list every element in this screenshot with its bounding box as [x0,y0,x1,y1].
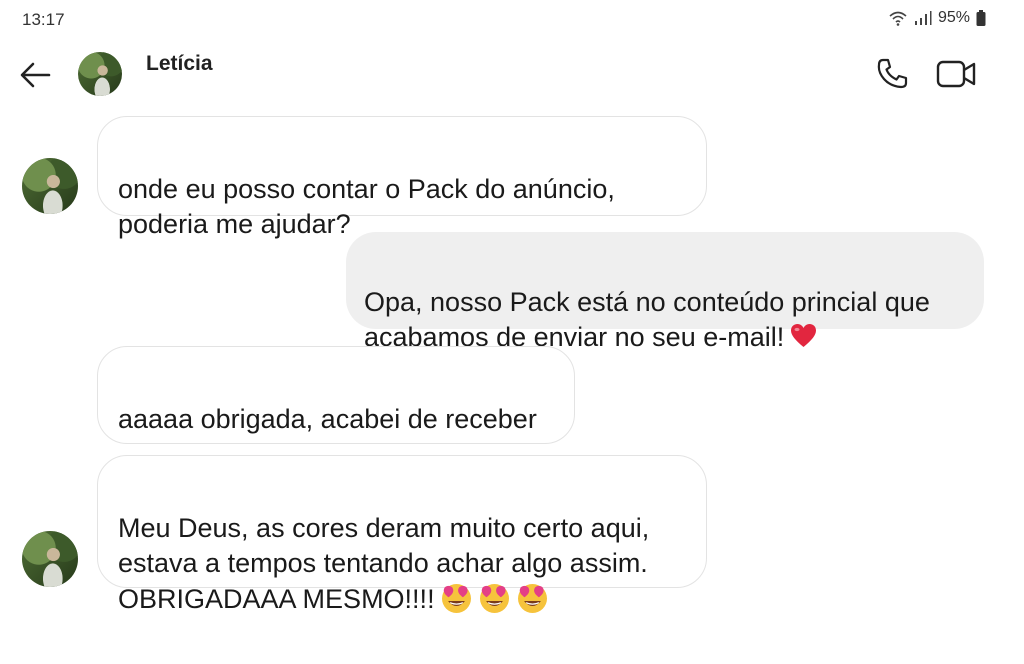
message-text: onde eu posso contar o Pack do anúncio, … [118,174,615,239]
heart-emoji-icon [790,323,817,349]
heart-eyes-emoji-icon [440,581,473,614]
battery-icon [976,10,986,26]
status-time: 13:17 [22,10,65,29]
contact-name[interactable]: Letícia [146,52,213,76]
sender-avatar [22,531,78,587]
heart-eyes-emoji-icon [478,581,511,614]
battery-percentage: 95% [937,9,970,26]
message-bubble-incoming[interactable]: onde eu posso contar o Pack do anúncio, … [97,116,707,239]
wifi-icon [888,10,908,26]
phone-call-icon[interactable] [874,56,910,92]
message-bubble-incoming[interactable]: aaaaa obrigada, acabei de receber [97,346,575,444]
video-call-icon[interactable] [936,56,978,92]
back-arrow-icon[interactable] [18,58,52,92]
signal-icon [914,10,932,26]
message-text: Opa, nosso Pack está no conteúdo princia… [364,287,930,352]
message-text: Meu Deus, as cores deram muito certo aqu… [118,513,650,614]
contact-avatar[interactable] [78,52,122,96]
sender-avatar [22,158,78,214]
heart-eyes-emoji-icon [516,581,549,614]
message-text: aaaaa obrigada, acabei de receber [118,404,537,434]
message-bubble-outgoing[interactable]: Opa, nosso Pack está no conteúdo princia… [346,232,984,352]
status-icons: 95% [888,9,986,27]
message-bubble-incoming[interactable]: Meu Deus, as cores deram muito certo aqu… [97,455,707,614]
